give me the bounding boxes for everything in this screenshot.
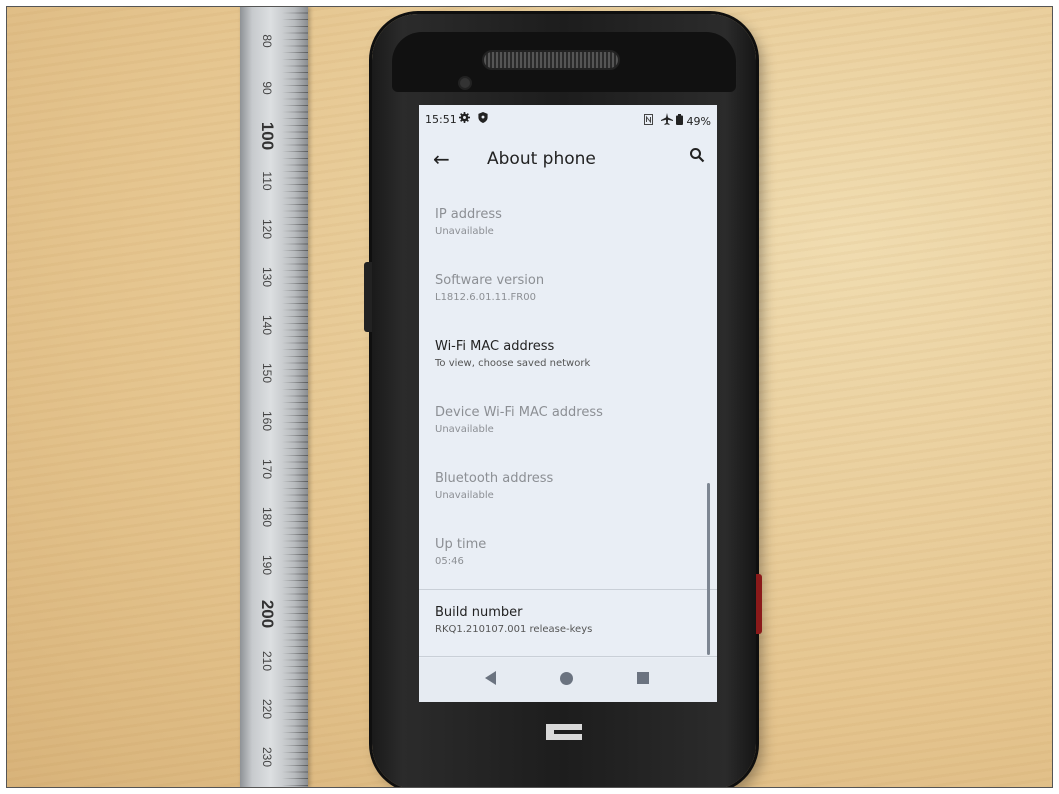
photo-background: 80 90 100 110 120 130 140 150 160 170 18… bbox=[6, 6, 1053, 788]
ruler-label: 190 bbox=[260, 554, 274, 576]
battery-icon bbox=[676, 114, 684, 125]
list-item-up-time[interactable]: Up time 05:46 bbox=[435, 537, 705, 569]
item-label: Device Wi-Fi MAC address bbox=[435, 405, 603, 420]
brand-logo bbox=[546, 724, 582, 740]
item-label: Software version bbox=[435, 273, 545, 288]
item-label: Wi-Fi MAC address bbox=[435, 339, 555, 354]
ruler-label: 170 bbox=[260, 458, 274, 480]
ruler-label: 160 bbox=[260, 410, 274, 432]
status-right: 49% bbox=[644, 113, 711, 128]
item-label: IP address bbox=[435, 207, 502, 222]
status-left-icons bbox=[459, 112, 488, 126]
ruler-label: 230 bbox=[260, 746, 274, 768]
battery-percent: 49% bbox=[686, 115, 711, 128]
ruler-label: 210 bbox=[260, 650, 274, 672]
side-button bbox=[364, 262, 372, 332]
ruler-label: 90 bbox=[260, 81, 274, 95]
item-value: To view, choose saved network bbox=[435, 358, 591, 369]
status-time: 15:51 bbox=[425, 113, 457, 126]
item-label: Up time bbox=[435, 537, 487, 552]
item-value: Unavailable bbox=[435, 490, 494, 501]
list-divider bbox=[419, 656, 717, 657]
list-item-software-version[interactable]: Software version L1812.6.01.11.FR00 bbox=[435, 273, 705, 305]
ruler-ticks bbox=[282, 6, 308, 788]
front-camera bbox=[460, 78, 470, 88]
ruler-label: 150 bbox=[260, 362, 274, 384]
steel-ruler: 80 90 100 110 120 130 140 150 160 170 18… bbox=[240, 6, 308, 788]
search-icon[interactable] bbox=[689, 147, 705, 168]
ruler-label: 130 bbox=[260, 266, 274, 288]
ruler-label: 200 bbox=[258, 599, 277, 629]
list-divider bbox=[419, 589, 717, 590]
item-value: Unavailable bbox=[435, 424, 494, 435]
earpiece-speaker bbox=[482, 50, 620, 70]
navigation-bar bbox=[419, 658, 717, 702]
phone-screen: 15:51 49% ← About phone IP address Unava… bbox=[419, 105, 717, 702]
ruler-label: 110 bbox=[260, 171, 274, 191]
app-bar: ← About phone bbox=[419, 137, 717, 181]
ruler-label: 120 bbox=[260, 218, 274, 240]
list-item-ip-address[interactable]: IP address Unavailable bbox=[435, 207, 705, 239]
nav-recents-icon[interactable] bbox=[637, 672, 649, 684]
ruler-label: 180 bbox=[260, 506, 274, 528]
ruler-label: 220 bbox=[260, 698, 274, 720]
list-item-bluetooth-address[interactable]: Bluetooth address Unavailable bbox=[435, 471, 705, 503]
item-value: 05:46 bbox=[435, 556, 464, 567]
page-title: About phone bbox=[487, 149, 596, 169]
shield-icon bbox=[477, 112, 488, 123]
item-value: RKQ1.210107.001 release-keys bbox=[435, 624, 593, 635]
ruler-label: 140 bbox=[260, 314, 274, 336]
item-label: Bluetooth address bbox=[435, 471, 554, 486]
scrollbar[interactable] bbox=[707, 483, 710, 655]
nav-home-icon[interactable] bbox=[560, 672, 573, 685]
settings-gear-icon bbox=[459, 112, 470, 123]
list-item-wifi-mac-address[interactable]: Wi-Fi MAC address To view, choose saved … bbox=[435, 339, 705, 371]
back-arrow-icon[interactable]: ← bbox=[433, 147, 450, 171]
nav-back-icon[interactable] bbox=[485, 671, 496, 685]
ruler-label: 100 bbox=[258, 121, 277, 151]
nfc-icon bbox=[644, 114, 654, 125]
list-item-build-number[interactable]: Build number RKQ1.210107.001 release-key… bbox=[435, 605, 705, 637]
item-label: Build number bbox=[435, 605, 523, 620]
phone-device: 15:51 49% ← About phone IP address Unava… bbox=[364, 14, 762, 788]
list-item-device-wifi-mac-address[interactable]: Device Wi-Fi MAC address Unavailable bbox=[435, 405, 705, 437]
ruler-label: 80 bbox=[260, 34, 274, 48]
airplane-icon bbox=[660, 113, 673, 125]
status-bar: 15:51 49% bbox=[419, 105, 717, 133]
item-value: L1812.6.01.11.FR00 bbox=[435, 292, 536, 303]
side-key bbox=[756, 574, 762, 634]
item-value: Unavailable bbox=[435, 226, 494, 237]
